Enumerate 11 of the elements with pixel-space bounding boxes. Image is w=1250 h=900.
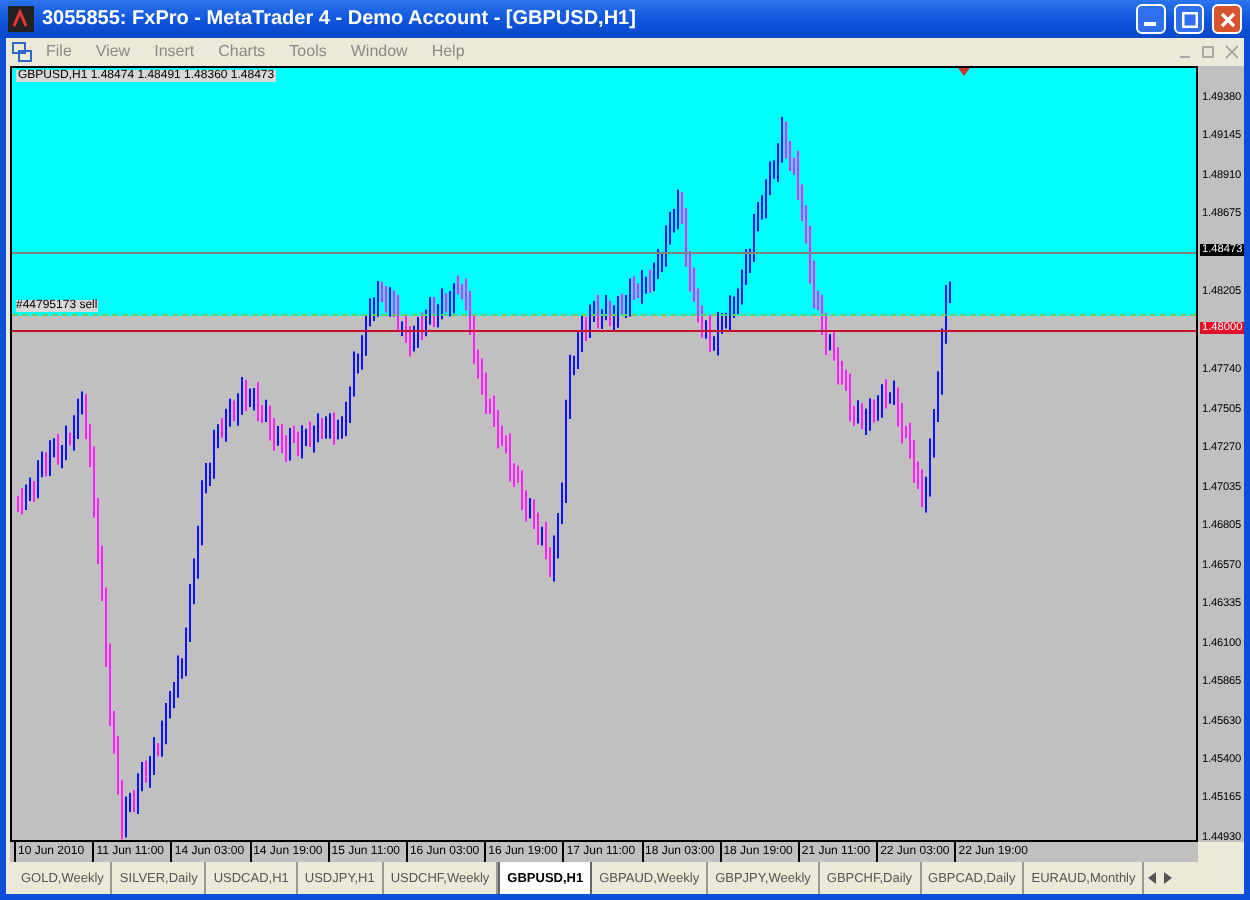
chart-window-icon [12, 41, 32, 61]
left-arrow-icon [1148, 872, 1157, 884]
app-icon [8, 6, 34, 32]
shift-marker-icon [958, 68, 970, 76]
close-button[interactable] [1212, 4, 1242, 34]
maximize-button[interactable] [1174, 4, 1204, 34]
close-icon [1219, 11, 1235, 27]
right-arrow-icon [1164, 872, 1173, 884]
window-title: 3055855: FxPro - MetaTrader 4 - Demo Account - [GBPUSD,H1] [42, 8, 638, 30]
minimize-button[interactable] [1136, 4, 1166, 34]
maximize-icon [1181, 11, 1197, 27]
